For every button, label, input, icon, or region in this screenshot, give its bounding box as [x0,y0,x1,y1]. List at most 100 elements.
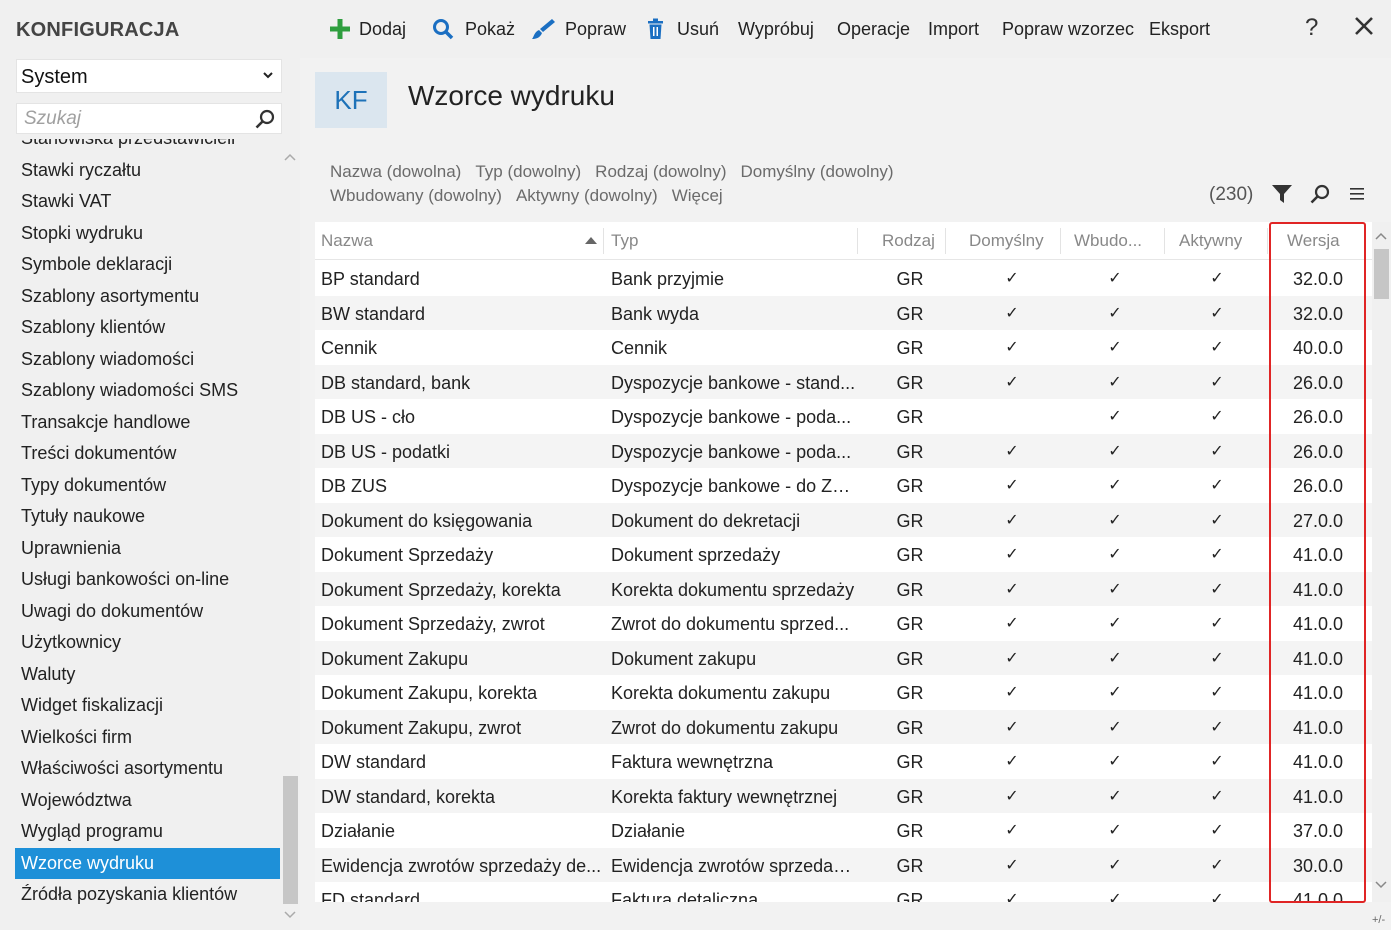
table-row[interactable]: Dokument Sprzedaży, zwrot Zwrot do dokume… [315,606,1372,641]
import-button[interactable]: Import [928,15,979,43]
sidebar-item[interactable]: Widget fiskalizacji [15,690,280,722]
filter-more[interactable]: Więcej [672,186,723,205]
sidebar-item[interactable]: Stawki ryczałtu [15,155,280,187]
close-icon[interactable] [1352,14,1376,38]
column-header-aktywny[interactable]: Aktywny [1179,222,1242,260]
column-separator[interactable] [1164,228,1165,254]
table-row[interactable]: DB US - podatki Dyspozycje bankowe - poda… [315,433,1372,468]
table-row[interactable]: Dokument Zakupu, korekta Korekta dokument… [315,675,1372,710]
table-row[interactable]: BP standard Bank przyjmie GR ✓ ✓ ✓ 32.0.0 [315,261,1372,296]
table-row[interactable]: Dokument Zakupu Dokument zakupu GR ✓ ✓ ✓ 41.0.… [315,640,1372,675]
cell-wbudowany: ✓ [1108,408,1122,425]
table-row[interactable]: DB US - cło Dyspozycje bankowe - poda... G… [315,399,1372,434]
module-select[interactable]: System [16,59,282,93]
cell-wersja: 32.0.0 [1292,303,1344,324]
edit-template-button[interactable]: Popraw wzorzec [1002,15,1134,43]
filter-typ[interactable]: Typ (dowolny) [475,162,581,181]
sidebar-item[interactable]: Stawki VAT [15,186,280,218]
sidebar-item[interactable]: Źródła pozyskania klientów [15,879,280,911]
sidebar-scrollbar[interactable] [282,146,299,924]
filter-rodzaj[interactable]: Rodzaj (dowolny) [595,162,726,181]
table-row[interactable]: Dokument do księgowania Dokument do dekre… [315,502,1372,537]
sidebar-item[interactable]: Województwa [15,785,280,817]
sidebar-item[interactable]: Szablony asortymentu [15,281,280,313]
sidebar-item[interactable]: Waluty [15,659,280,691]
sidebar-item[interactable]: Uprawnienia [15,533,280,565]
search-input[interactable] [17,104,253,133]
sidebar-item[interactable]: Użytkownicy [15,627,280,659]
sidebar-item[interactable]: Stanowiska przedstawicieli [15,139,280,155]
column-header-domyslny[interactable]: Domyślny [969,222,1044,260]
column-separator[interactable] [945,228,946,254]
table-row[interactable]: DW standard, korekta Korekta faktury wewn… [315,778,1372,813]
edit-button[interactable]: Popraw [532,15,626,43]
table-row[interactable]: DB standard, bank Dyspozycje bankowe - st… [315,364,1372,399]
sidebar-item[interactable]: Treści dokumentów [15,438,280,470]
sidebar-item[interactable]: Uwagi do dokumentów [15,596,280,628]
cell-aktywny: ✓ [1210,408,1224,425]
operations-button[interactable]: Operacje [837,15,910,43]
table-row[interactable]: Dokument Sprzedaży Dokument sprzedaży GR ✓ ✓… [315,537,1372,572]
column-header-wbudowany[interactable]: Wbudo... [1074,222,1142,260]
sidebar-item[interactable]: Stopki wydruku [15,218,280,250]
filter-nazwa[interactable]: Nazwa (dowolna) [330,162,461,181]
sidebar-item[interactable]: Usługi bankowości on-line [15,564,280,596]
cell-aktywny: ✓ [1210,304,1224,322]
table-row[interactable]: Dokument Sprzedaży, korekta Korekta dokum… [315,571,1372,606]
scroll-down-icon[interactable] [1375,880,1387,890]
sidebar-scroll-thumb[interactable] [283,776,298,904]
column-separator[interactable] [1267,228,1268,254]
resize-mark: +/- [1372,914,1386,926]
search-icon[interactable] [254,108,276,130]
sidebar-item[interactable]: Szablony wiadomości [15,344,280,376]
table-row[interactable]: DW standard Faktura wewnętrzna GR ✓ ✓ ✓ 41.0.0 [315,744,1372,779]
column-separator[interactable] [1060,228,1061,254]
add-button[interactable]: Dodaj [330,15,406,43]
scroll-up-icon[interactable] [1375,231,1387,241]
column-header-wersja[interactable]: Wersja [1287,222,1340,260]
search-icon[interactable] [1309,183,1331,205]
sidebar-item[interactable]: Wygląd programu [15,816,280,848]
sidebar-item[interactable]: Transakcje handlowe [15,407,280,439]
filter-domyslny[interactable]: Domyślny (dowolny) [741,162,894,181]
sidebar-item[interactable]: Wielkości firm [15,722,280,754]
cell-nazwa: DB US - cło [321,407,416,427]
cell-domyslny: ✓ [1005,373,1019,391]
sidebar-item[interactable]: Szablony klientów [15,312,280,344]
delete-button[interactable]: Usuń [646,15,719,43]
cell-rodzaj: GR [896,614,924,634]
table-row[interactable]: Ewidencja zwrotów sprzedaży de... Ewidenc… [315,847,1372,882]
sidebar-item[interactable]: Symbole deklaracji [15,249,280,281]
export-button[interactable]: Eksport [1149,15,1210,43]
filter-wbudowany[interactable]: Wbudowany (dowolny) [330,186,502,205]
table-scroll-thumb[interactable] [1374,249,1389,299]
sidebar-item[interactable]: Tytuły naukowe [15,501,280,533]
column-separator[interactable] [857,228,858,254]
column-header-rodzaj[interactable]: Rodzaj [882,222,935,260]
table-row[interactable]: Dokument Zakupu, zwrot Zwrot do dokumentu… [315,709,1372,744]
sidebar-item[interactable]: Szablony wiadomości SMS [15,375,280,407]
table-row[interactable]: Działanie Działanie GR ✓ ✓ ✓ 37.0.0 [315,813,1372,848]
help-button[interactable]: ? [1305,14,1318,42]
column-separator[interactable] [603,228,604,254]
sidebar-item[interactable]: Wzorce wydruku [15,847,280,879]
scroll-down-icon[interactable] [284,910,296,920]
cell-domyslny: ✓ [1005,511,1019,529]
table-row[interactable]: BW standard Bank wyda GR ✓ ✓ ✓ 32.0.0 [315,295,1372,330]
scroll-up-icon[interactable] [284,152,296,162]
table-row[interactable]: Cennik Cennik GR ✓ ✓ ✓ 40.0.0 [315,330,1372,365]
column-header-typ[interactable]: Typ [611,222,638,260]
menu-icon[interactable] [1349,186,1365,202]
table-row[interactable]: DB ZUS Dyspozycje bankowe - do ZUS GR ✓ ✓ ✓ 26… [315,468,1372,503]
try-button[interactable]: Wypróbuj [738,15,814,43]
cell-typ: Dyspozycje bankowe - stand... [611,372,856,393]
cell-nazwa: Dokument Sprzedaży [321,545,494,565]
table-scrollbar[interactable] [1372,222,1391,902]
table-row[interactable]: FD standard Faktura detaliczna GR ✓ ✓ ✓ 41.0.0 [315,882,1372,902]
filter-aktywny[interactable]: Aktywny (dowolny) [516,186,658,205]
sidebar-item[interactable]: Właściwości asortymentu [15,753,280,785]
filter-icon[interactable] [1271,183,1293,205]
column-header-nazwa[interactable]: Nazwa [321,222,373,260]
sidebar-item[interactable]: Typy dokumentów [15,470,280,502]
show-button[interactable]: Pokaż [432,15,515,43]
